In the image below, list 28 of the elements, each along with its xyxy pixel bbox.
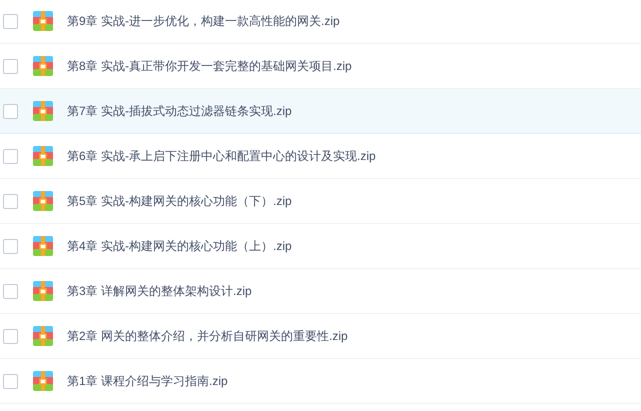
- file-name: 第9章 实战-进一步优化，构建一款高性能的网关.zip: [67, 13, 340, 30]
- checkbox[interactable]: [3, 284, 18, 298]
- archive-icon: [33, 326, 53, 346]
- checkbox[interactable]: [3, 14, 18, 28]
- checkbox[interactable]: [3, 58, 18, 74]
- file-name: 第3章 详解网关的整体架构设计.zip: [67, 283, 252, 300]
- checkbox[interactable]: [3, 148, 18, 164]
- file-name: 第8章 实战-真正带你开发一套完整的基础网关项目.zip: [67, 58, 352, 75]
- archive-icon: [33, 281, 53, 301]
- checkbox[interactable]: [3, 194, 18, 208]
- file-name: 第7章 实战-插拔式动态过滤器链条实现.zip: [67, 103, 292, 120]
- file-name: 第5章 实战-构建网关的核心功能（下）.zip: [67, 193, 292, 210]
- file-name: 第1章 课程介绍与学习指南.zip: [67, 373, 228, 390]
- archive-icon: [33, 146, 53, 166]
- checkbox[interactable]: [3, 374, 18, 388]
- file-row[interactable]: 第7章 实战-插拔式动态过滤器链条实现.zip: [0, 89, 641, 134]
- archive-icon: [33, 11, 53, 31]
- file-name: 第6章 实战-承上启下注册中心和配置中心的设计及实现.zip: [67, 148, 376, 165]
- file-name: 第4章 实战-构建网关的核心功能（上）.zip: [67, 238, 292, 255]
- archive-icon: [33, 236, 53, 256]
- checkbox[interactable]: [3, 238, 18, 254]
- archive-icon: [33, 191, 53, 211]
- checkbox[interactable]: [3, 328, 18, 344]
- archive-icon: [33, 371, 53, 391]
- file-name: 第2章 网关的整体介绍，并分析自研网关的重要性.zip: [67, 328, 348, 345]
- archive-icon: [33, 101, 53, 121]
- archive-icon: [33, 56, 53, 76]
- checkbox[interactable]: [3, 104, 18, 118]
